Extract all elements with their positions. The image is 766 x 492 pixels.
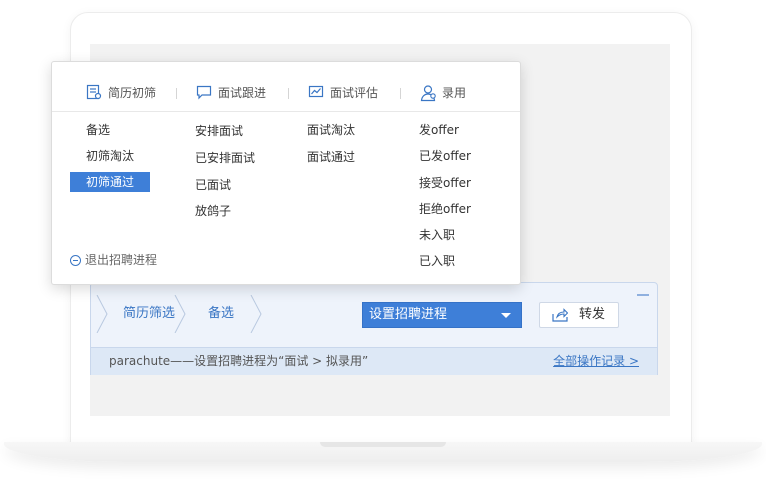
- option-interview-passed[interactable]: 面试通过: [307, 147, 355, 167]
- option-offer-sent[interactable]: 已发offer: [419, 146, 471, 166]
- forward-button-label: 转发: [579, 307, 606, 322]
- tab-divider: [176, 88, 177, 99]
- chat-icon: [196, 85, 212, 100]
- option-interview-scheduled[interactable]: 已安排面试: [195, 148, 255, 168]
- resume-icon: [86, 84, 102, 100]
- laptop-notch: [320, 442, 446, 447]
- tab-divider: [400, 88, 401, 99]
- option-not-onboarded[interactable]: 未入职: [419, 225, 455, 245]
- tab-label: 面试跟进: [218, 86, 267, 100]
- tab-label: 简历初筛: [108, 86, 157, 100]
- menu-header: 简历初筛 面试跟进 面试评估 录用: [52, 62, 520, 112]
- option-initial-screen-passed[interactable]: 初筛通过: [70, 172, 150, 192]
- chart-icon: [308, 85, 324, 98]
- option-candidate[interactable]: 备选: [86, 120, 110, 140]
- option-initial-screen-rejected[interactable]: 初筛淘汰: [86, 146, 134, 166]
- recruitment-stage-menu: 简历初筛 面试跟进 面试评估 录用 备选 初筛淘汰 初筛通过 安排面试 已安排面…: [51, 61, 521, 285]
- recruitment-stage-panel: 简历筛选 备选 设置招聘进程 转发 parachute——设置招聘进程为“面试 …: [90, 282, 658, 375]
- share-icon: [552, 308, 568, 322]
- breadcrumb: 简历筛选 备选: [91, 295, 291, 333]
- breadcrumb-item-candidate[interactable]: 备选: [208, 295, 234, 333]
- forward-button[interactable]: 转发: [539, 302, 619, 328]
- latest-operation-text: parachute——设置招聘进程为“面试 > 拟录用”: [109, 354, 369, 368]
- minus-circle-icon: [70, 255, 81, 266]
- chevron-right-icon: [96, 295, 108, 333]
- option-interviewed[interactable]: 已面试: [195, 175, 231, 195]
- stage-select-label: 设置招聘进程: [369, 307, 448, 322]
- option-onboarded[interactable]: 已入职: [419, 251, 455, 271]
- tab-divider: [288, 88, 289, 99]
- option-offer-rejected[interactable]: 拒绝offer: [419, 199, 471, 219]
- operation-log-bar: parachute——设置招聘进程为“面试 > 拟录用” 全部操作记录 >: [91, 347, 657, 375]
- user-icon: [420, 85, 436, 102]
- minimize-icon[interactable]: [637, 294, 649, 296]
- chevron-right-icon: [250, 295, 262, 333]
- tab-label: 面试评估: [330, 86, 379, 100]
- exit-label: 退出招聘进程: [85, 253, 158, 267]
- option-offer-accepted[interactable]: 接受offer: [419, 173, 471, 193]
- option-no-show[interactable]: 放鸽子: [195, 201, 231, 221]
- all-operation-records-link[interactable]: 全部操作记录 >: [553, 348, 639, 375]
- set-recruitment-stage-select[interactable]: 设置招聘进程: [362, 302, 522, 328]
- breadcrumb-item-resume-screening[interactable]: 简历筛选: [123, 295, 175, 333]
- tab-label: 录用: [442, 86, 467, 100]
- option-interview-rejected[interactable]: 面试淘汰: [307, 120, 355, 140]
- caret-down-icon: [501, 313, 511, 318]
- option-send-offer[interactable]: 发offer: [419, 120, 459, 140]
- option-schedule-interview[interactable]: 安排面试: [195, 121, 243, 141]
- chevron-right-icon: [174, 295, 186, 333]
